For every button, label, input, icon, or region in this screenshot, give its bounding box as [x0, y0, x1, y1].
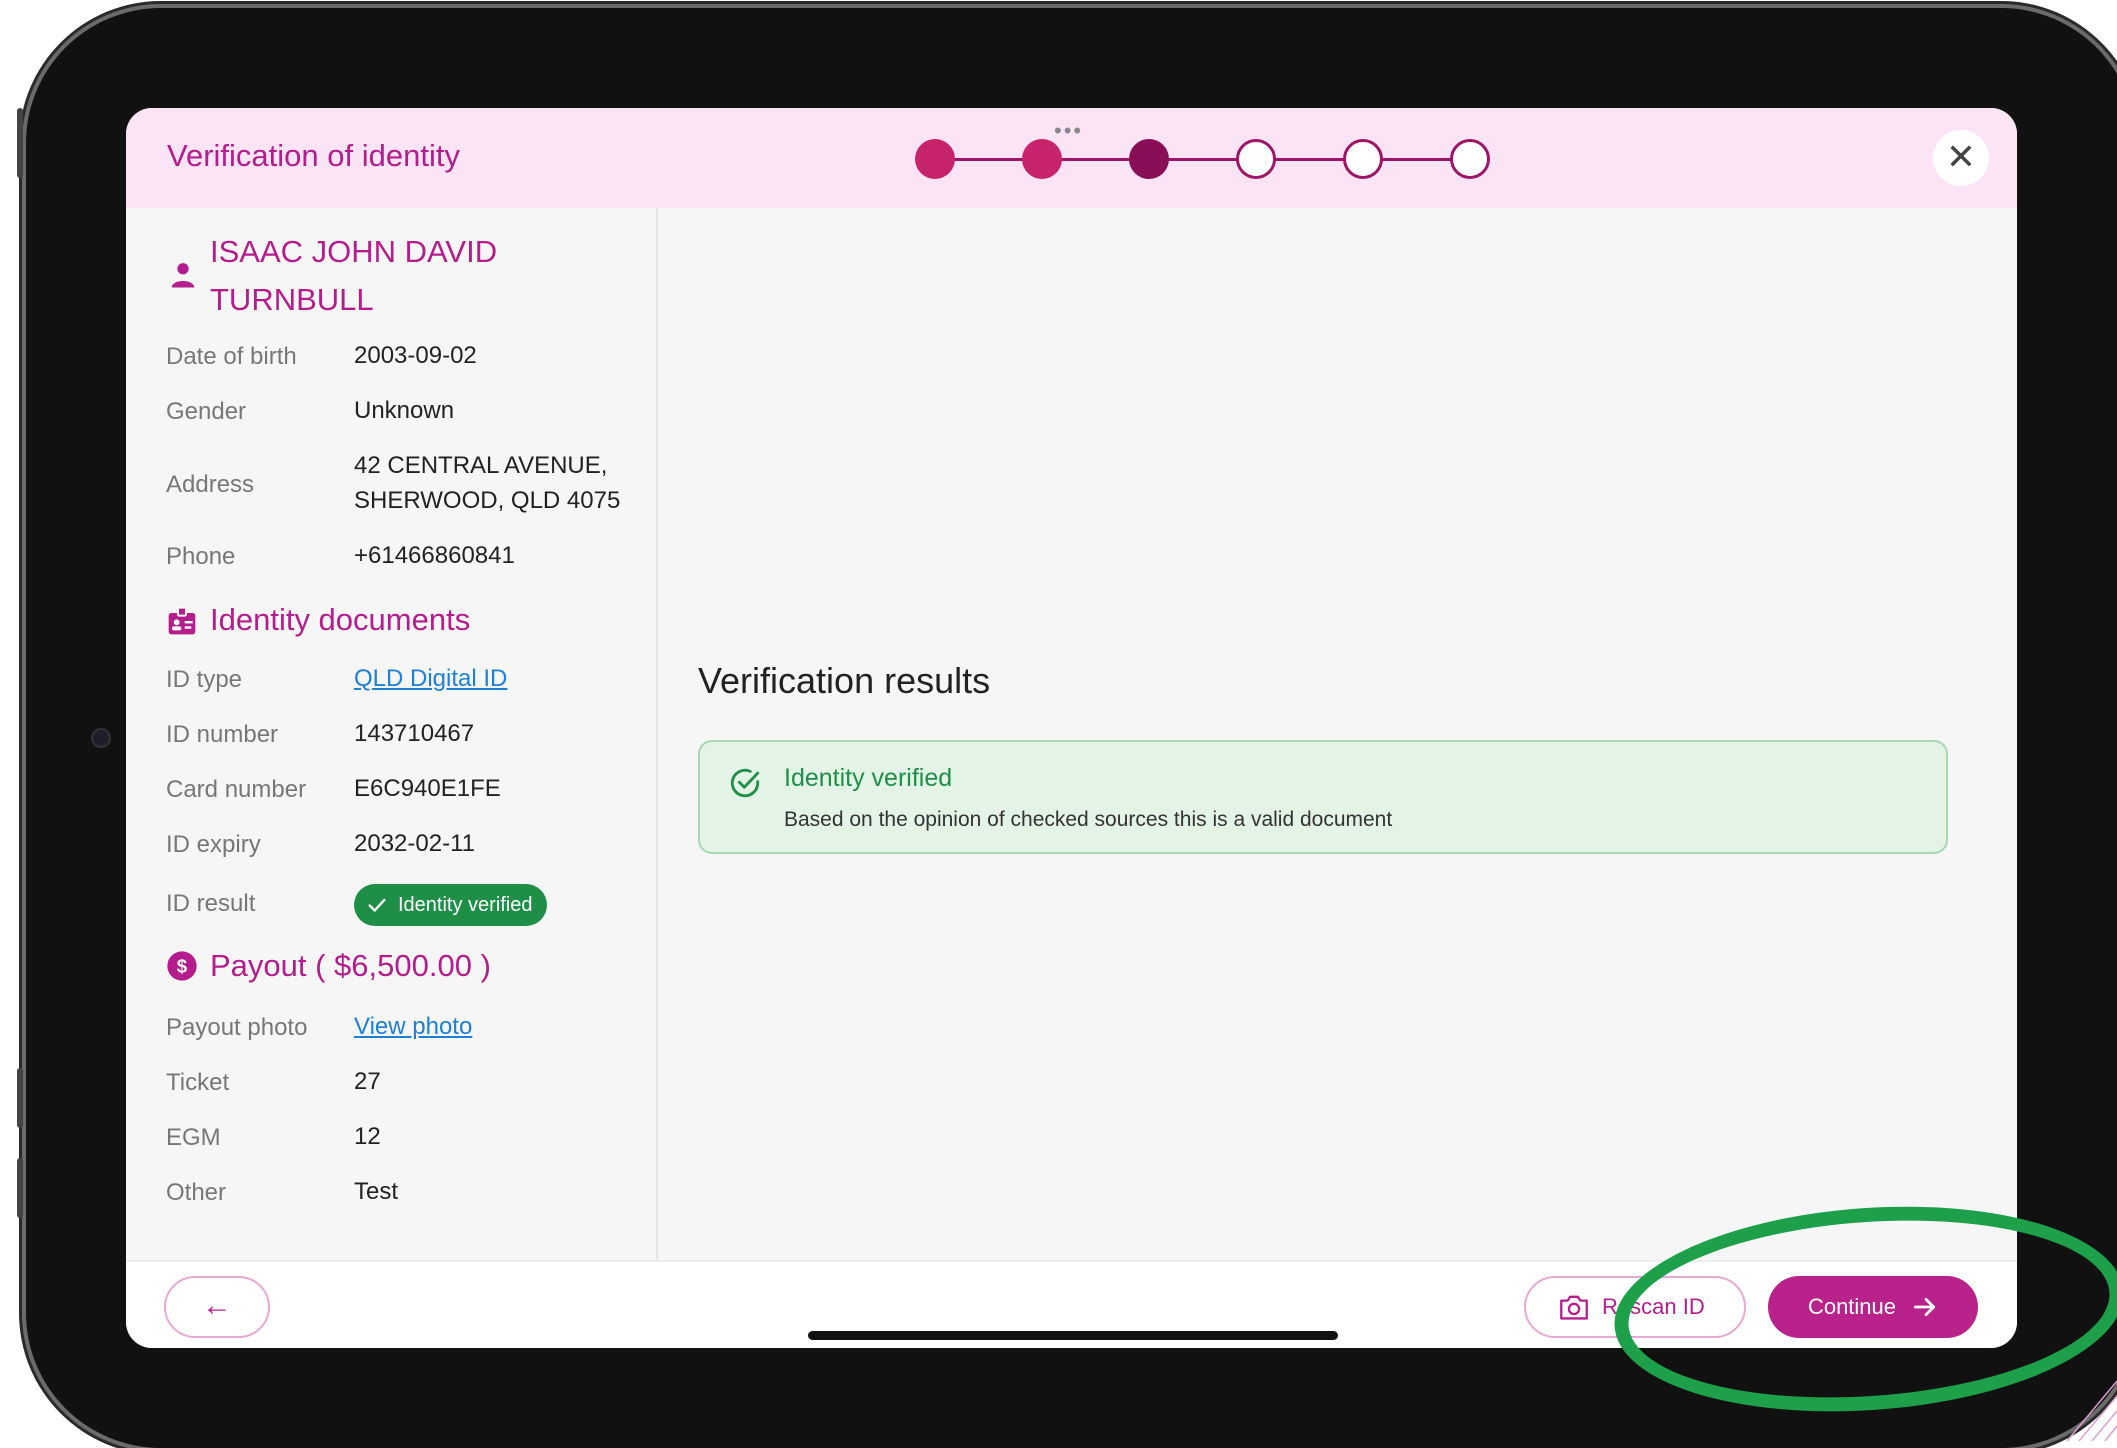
- check-icon: [368, 898, 386, 912]
- side-button: [17, 1068, 23, 1128]
- address-value: 42 CENTRAL AVENUE, SHERWOOD, QLD 4075: [354, 452, 621, 514]
- svg-text:$: $: [177, 956, 188, 977]
- badge-label: Identity verified: [398, 894, 533, 916]
- decorative-lines: [2066, 1380, 2117, 1441]
- payout-photo-label: Payout photo: [166, 1014, 308, 1041]
- side-button: [17, 1158, 23, 1218]
- front-camera: [91, 728, 111, 748]
- phone-label: Phone: [166, 543, 236, 570]
- close-icon: ✕: [1945, 136, 1977, 177]
- dob-value: 2003-09-02: [354, 342, 477, 369]
- dollar-icon: $: [167, 951, 197, 981]
- id-card-icon: [168, 606, 196, 635]
- id-type-label: ID type: [166, 666, 243, 693]
- close-button[interactable]: ✕: [1933, 130, 1989, 186]
- app-screen: Verification of identity ••• ✕ ISAAC JOH…: [126, 108, 2017, 1348]
- id-number-value: 143710467: [354, 720, 475, 747]
- egm-label: EGM: [166, 1124, 221, 1151]
- card-number-value: E6C940E1FE: [354, 775, 501, 802]
- home-indicator[interactable]: [808, 1331, 1338, 1340]
- dob-label: Date of birth: [166, 343, 297, 370]
- header: Verification of identity ••• ✕: [126, 108, 2017, 208]
- identity-verified-badge: Identity verified: [354, 884, 547, 926]
- person-icon: [171, 263, 195, 288]
- payout-heading: Payout ( $6,500.00 ): [210, 948, 491, 983]
- progress-stepper: [915, 136, 1490, 182]
- arrow-left-icon: ←: [202, 1289, 232, 1322]
- step-5: [1343, 139, 1383, 179]
- person-name: ISAAC JOHN DAVID TURNBULL: [210, 234, 498, 317]
- verification-results-heading: Verification results: [698, 660, 991, 701]
- ticket-value: 27: [354, 1068, 381, 1095]
- card-number-label: Card number: [166, 776, 307, 803]
- page-title: Verification of identity: [167, 138, 460, 173]
- gender-label: Gender: [166, 398, 247, 425]
- step-1: [915, 139, 955, 179]
- id-expiry-label: ID expiry: [166, 831, 261, 858]
- verification-result-card: Identity verified Based on the opinion o…: [698, 740, 1948, 854]
- id-result-label: ID result: [166, 890, 256, 917]
- identity-documents-heading: Identity documents: [210, 602, 471, 637]
- check-circle-icon: [730, 768, 760, 798]
- side-button: [17, 108, 23, 178]
- result-status-title: Identity verified: [784, 764, 953, 792]
- id-number-label: ID number: [166, 721, 279, 748]
- ticket-label: Ticket: [166, 1069, 230, 1096]
- view-photo-link[interactable]: View photo: [354, 1009, 472, 1044]
- id-expiry-value: 2032-02-11: [354, 830, 475, 857]
- phone-value: +61466860841: [354, 542, 515, 569]
- other-label: Other: [166, 1179, 227, 1206]
- egm-value: 12: [354, 1123, 381, 1150]
- step-6: [1450, 139, 1490, 179]
- camera-icon: [1560, 1295, 1588, 1320]
- step-2: [1022, 139, 1062, 179]
- result-status-text: Based on the opinion of checked sources …: [784, 808, 1393, 831]
- step-4: [1236, 139, 1276, 179]
- other-value: Test: [354, 1178, 399, 1205]
- back-button[interactable]: ←: [164, 1276, 270, 1338]
- id-type-link[interactable]: QLD Digital ID: [354, 661, 507, 696]
- step-3: [1129, 139, 1169, 179]
- address-label: Address: [166, 471, 255, 498]
- gender-value: Unknown: [354, 397, 455, 424]
